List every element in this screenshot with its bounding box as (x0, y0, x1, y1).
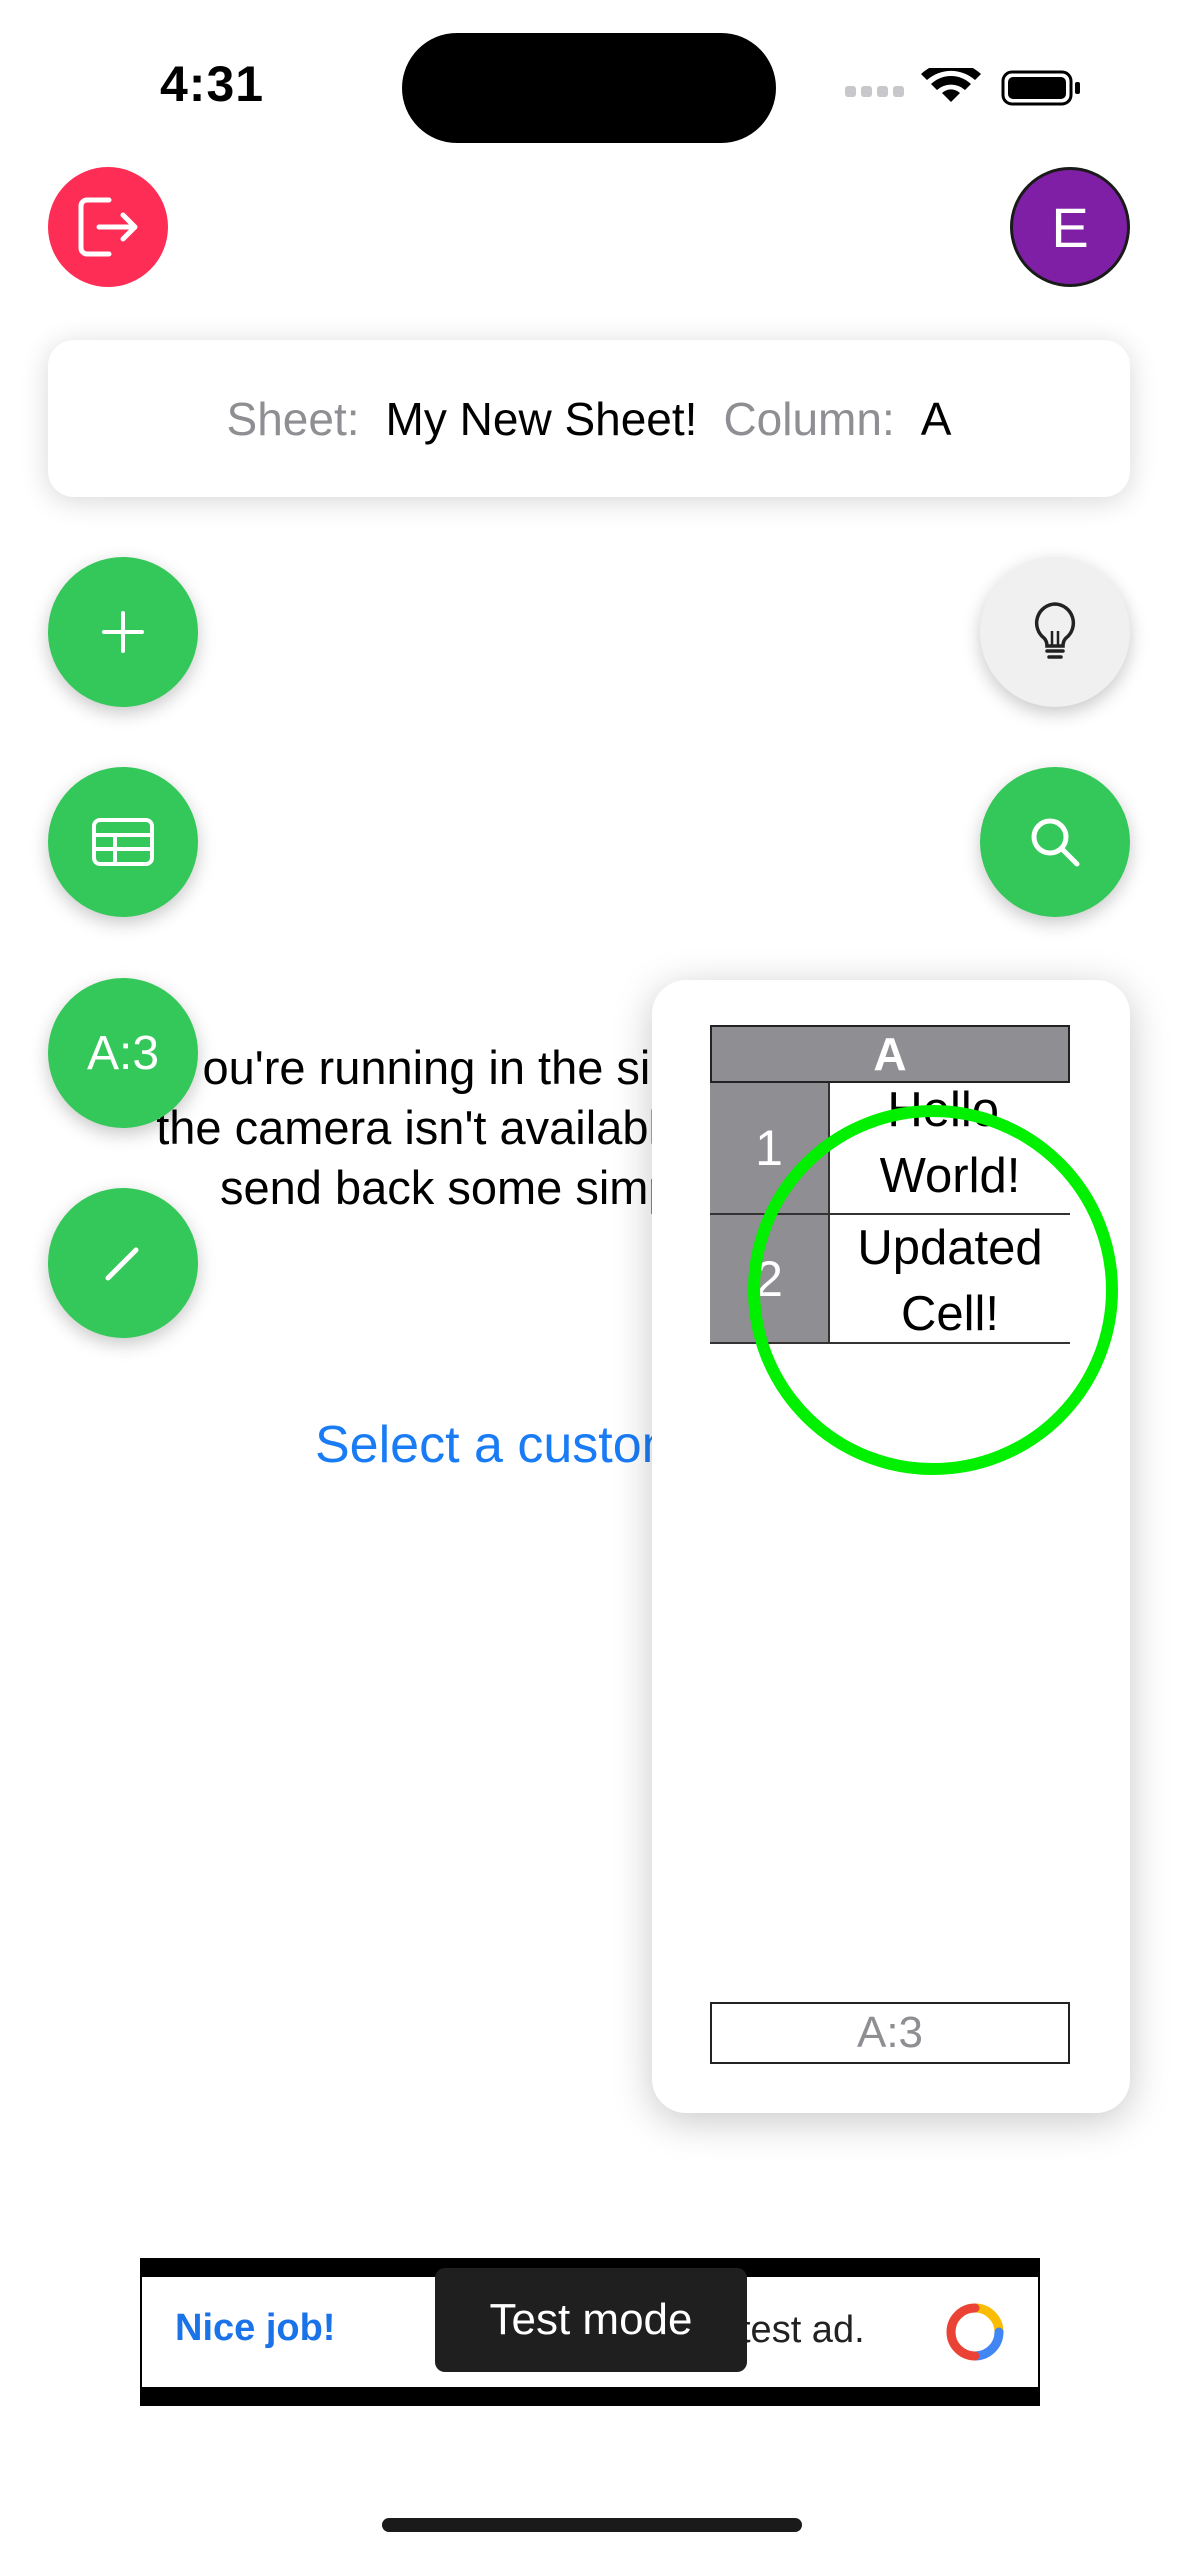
highlight-circle (748, 1105, 1118, 1475)
add-button[interactable] (48, 557, 198, 707)
hint-button[interactable] (980, 557, 1130, 707)
search-button[interactable] (980, 767, 1130, 917)
lightbulb-icon (1034, 602, 1076, 659)
cell-reference-button[interactable]: A:3 (48, 978, 198, 1128)
sheet-info-card: Sheet: My New Sheet! Column: A (48, 340, 1130, 497)
ad-logo-icon (946, 2303, 1004, 2361)
pencil-icon (105, 1247, 139, 1281)
cell-reference-label: A:3 (86, 1026, 160, 1080)
test-mode-toast: Test mode (435, 2268, 747, 2372)
plus-icon (102, 611, 144, 653)
sheet-name: My New Sheet! (385, 392, 698, 445)
sheet-label: Sheet: (226, 392, 360, 445)
table-button[interactable] (48, 767, 198, 917)
avatar-initial: E (1051, 195, 1089, 259)
wifi-icon (921, 68, 981, 102)
avatar-button[interactable]: E (1010, 167, 1130, 287)
logout-button[interactable] (48, 167, 168, 287)
dynamic-island (402, 33, 776, 143)
signal-icon (845, 86, 904, 97)
status-icons (845, 68, 1080, 106)
search-icon (1031, 818, 1080, 867)
table-icon (92, 818, 154, 866)
cell-reference-input[interactable]: A:3 (710, 2002, 1070, 2064)
status-time: 4:31 (160, 56, 265, 112)
column-label: Column: (723, 392, 895, 445)
edit-button[interactable] (48, 1188, 198, 1338)
logout-icon (78, 197, 138, 257)
ad-headline: Nice job! (175, 2307, 336, 2349)
battery-icon (1001, 70, 1080, 106)
ad-text: test ad. (740, 2309, 865, 2351)
select-custom-link[interactable]: Select a custom (315, 1415, 685, 1475)
column-header[interactable]: A (710, 1025, 1070, 1083)
home-indicator[interactable] (382, 2518, 802, 2532)
column-value: A (920, 392, 952, 445)
